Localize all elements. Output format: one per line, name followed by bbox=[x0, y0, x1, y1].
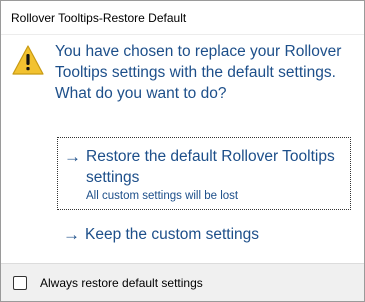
keep-custom-label: Keep the custom settings bbox=[85, 226, 260, 243]
always-restore-checkbox[interactable] bbox=[13, 275, 27, 290]
arrow-right-icon: → bbox=[63, 225, 80, 244]
main-instruction: You have chosen to replace your Rollover… bbox=[55, 43, 342, 102]
window-title: Rollover Tooltips-Restore Default bbox=[11, 10, 187, 25]
restore-defaults-label: Restore the default Rollover Tooltips se… bbox=[86, 148, 335, 186]
warning-icon bbox=[12, 45, 44, 75]
title-bar: Rollover Tooltips-Restore Default bbox=[1, 1, 364, 35]
dialog-footer: Always restore default settings bbox=[1, 263, 364, 301]
dialog-window: Rollover Tooltips-Restore Default You ha… bbox=[0, 0, 365, 302]
arrow-right-icon: → bbox=[64, 147, 81, 166]
restore-defaults-command[interactable]: → Restore the default Rollover Tooltips … bbox=[57, 137, 351, 210]
keep-custom-command[interactable]: → Keep the custom settings bbox=[57, 222, 351, 248]
always-restore-label[interactable]: Always restore default settings bbox=[40, 276, 203, 290]
restore-defaults-note: All custom settings will be lost bbox=[86, 190, 239, 202]
